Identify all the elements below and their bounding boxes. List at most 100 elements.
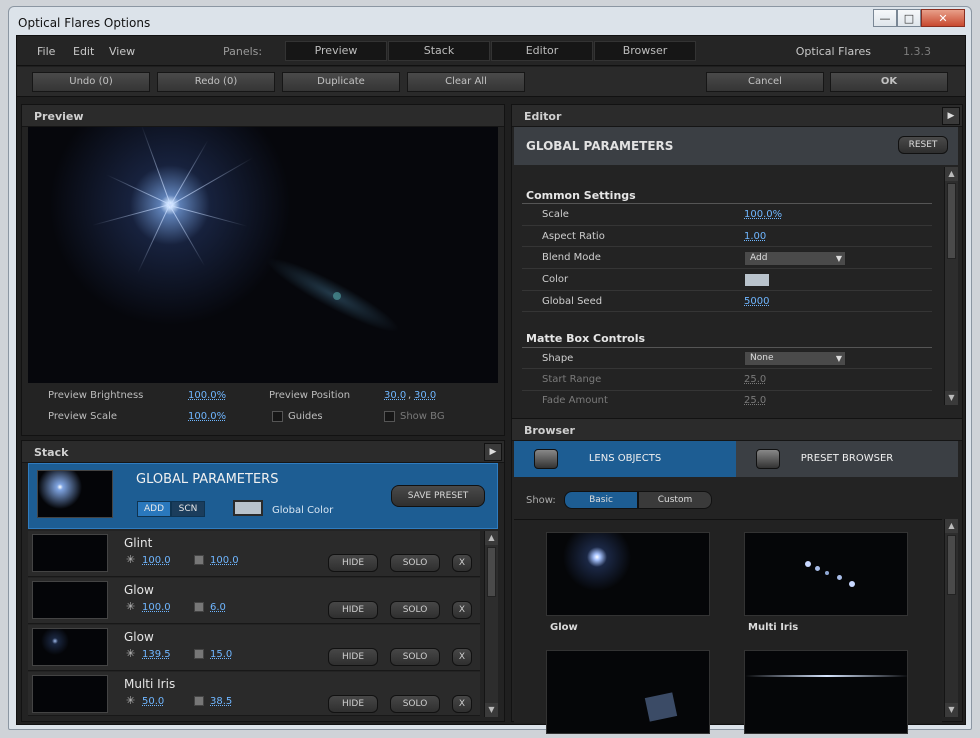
stack-header: Stack ▶	[22, 441, 504, 463]
delete-layer-button[interactable]: X	[452, 554, 472, 572]
show-bg-checkbox[interactable]	[384, 411, 395, 422]
global-parameters-row[interactable]: GLOBAL PARAMETERS ADD SCN Global Color S…	[28, 463, 498, 529]
divider	[522, 246, 932, 247]
global-seed-value[interactable]: 5000	[744, 296, 769, 307]
layer-brightness-value[interactable]: 100.0	[142, 555, 171, 566]
scroll-up-icon[interactable]: ▲	[945, 167, 958, 181]
solo-button[interactable]: SOLO	[390, 648, 440, 666]
browser-tile[interactable]	[744, 650, 908, 734]
preview-position-label: Preview Position	[269, 390, 351, 401]
close-button[interactable]: ✕	[921, 9, 965, 27]
version-label: 1.3.3	[903, 45, 931, 58]
preview-brightness-label: Preview Brightness	[48, 390, 144, 401]
divider	[522, 390, 932, 391]
scroll-down-icon[interactable]: ▼	[945, 391, 958, 405]
tab-preset-browser[interactable]: PRESET BROWSER	[736, 441, 958, 477]
color-swatch[interactable]	[744, 273, 770, 287]
duplicate-button[interactable]: Duplicate	[282, 72, 400, 92]
browser-tile[interactable]	[744, 532, 908, 616]
brightness-icon: ✳	[126, 647, 136, 660]
layer-scale-value[interactable]: 100.0	[210, 555, 239, 566]
layer-brightness-value[interactable]: 50.0	[142, 696, 164, 707]
shape-dropdown[interactable]: None ▼	[744, 351, 846, 366]
menu-file[interactable]: File	[37, 45, 55, 58]
scroll-up-icon[interactable]: ▲	[485, 531, 498, 545]
global-thumbnail	[37, 470, 113, 518]
scroll-thumb[interactable]	[947, 183, 956, 259]
layer-scale-value[interactable]: 6.0	[210, 602, 226, 613]
preview-scale-value[interactable]: 100.0%	[188, 411, 226, 422]
solo-button[interactable]: SOLO	[390, 695, 440, 713]
browser-tile[interactable]	[546, 532, 710, 616]
save-preset-button[interactable]: SAVE PRESET	[391, 485, 485, 507]
delete-layer-button[interactable]: X	[452, 695, 472, 713]
stack-layer-row[interactable]: Multi Iris ✳ 50.0 38.5 HIDE SOLO X	[28, 672, 480, 716]
solo-button[interactable]: SOLO	[390, 601, 440, 619]
redo-button[interactable]: Redo (0)	[157, 72, 275, 92]
layer-brightness-value[interactable]: 100.0	[142, 602, 171, 613]
flare-ray	[137, 204, 170, 273]
custom-filter-button[interactable]: Custom	[638, 491, 712, 509]
folder-icon	[756, 449, 780, 469]
hide-button[interactable]: HIDE	[328, 695, 378, 713]
cancel-button[interactable]: Cancel	[706, 72, 824, 92]
scroll-thumb[interactable]	[947, 535, 956, 595]
basic-filter-button[interactable]: Basic	[564, 491, 638, 509]
aspect-ratio-value[interactable]: 1.00	[744, 231, 766, 242]
preview-brightness-value[interactable]: 100.0%	[188, 390, 226, 401]
shape-mark	[644, 692, 678, 722]
ok-button[interactable]: OK	[830, 72, 948, 92]
chevron-down-icon: ▼	[835, 254, 842, 263]
layer-scale-value[interactable]: 15.0	[210, 649, 232, 660]
delete-layer-button[interactable]: X	[452, 601, 472, 619]
scale-value[interactable]: 100.0%	[744, 209, 782, 220]
editor-expand-button[interactable]: ▶	[942, 107, 960, 125]
editor-scrollbar[interactable]: ▲ ▼	[944, 167, 958, 405]
tab-preview[interactable]: Preview	[285, 41, 387, 61]
preview-position-x[interactable]: 30.0	[384, 390, 406, 401]
flare-iris	[333, 292, 341, 300]
stack-layer-row[interactable]: Glow ✳ 100.0 6.0 HIDE SOLO X	[28, 578, 480, 624]
stack-expand-button[interactable]: ▶	[484, 443, 502, 461]
layer-brightness-value[interactable]: 139.5	[142, 649, 171, 660]
hide-button[interactable]: HIDE	[328, 554, 378, 572]
layer-name: Glint	[124, 536, 153, 550]
browser-scrollbar[interactable]: ▲ ▼	[944, 519, 958, 717]
browser-tile[interactable]	[546, 650, 710, 734]
iris-dot	[849, 581, 855, 587]
tab-editor[interactable]: Editor	[491, 41, 593, 61]
menu-edit[interactable]: Edit	[73, 45, 94, 58]
hide-button[interactable]: HIDE	[328, 648, 378, 666]
tab-lens-objects[interactable]: LENS OBJECTS	[514, 441, 736, 477]
maximize-button[interactable]: □	[897, 9, 921, 27]
stack-layer-row[interactable]: Glint ✳ 100.0 100.0 HIDE SOLO X	[28, 531, 480, 577]
hide-button[interactable]: HIDE	[328, 601, 378, 619]
stack-layer-row[interactable]: Glow ✳ 139.5 15.0 HIDE SOLO X	[28, 625, 480, 671]
clear-all-button[interactable]: Clear All	[407, 72, 525, 92]
layer-scale-value[interactable]: 38.5	[210, 696, 232, 707]
delete-layer-button[interactable]: X	[452, 648, 472, 666]
stack-scrollbar[interactable]: ▲ ▼	[484, 531, 498, 717]
browser-tile-label: Glow	[550, 622, 578, 633]
preview-viewport[interactable]	[28, 127, 498, 383]
add-toggle[interactable]: ADD	[137, 501, 171, 517]
iris-dot	[837, 575, 842, 580]
scroll-thumb[interactable]	[487, 547, 496, 597]
tab-browser[interactable]: Browser	[594, 41, 696, 61]
scroll-down-icon[interactable]: ▼	[485, 703, 498, 717]
global-color-label: Global Color	[272, 505, 334, 516]
scroll-up-icon[interactable]: ▲	[945, 519, 958, 533]
scroll-down-icon[interactable]: ▼	[945, 703, 958, 717]
blend-mode-dropdown[interactable]: Add ▼	[744, 251, 846, 266]
menu-view[interactable]: View	[109, 45, 135, 58]
scn-toggle[interactable]: SCN	[171, 501, 205, 517]
reset-button[interactable]: RESET	[898, 136, 948, 154]
undo-button[interactable]: Undo (0)	[32, 72, 150, 92]
layer-name: Glow	[124, 583, 154, 597]
preview-position-y[interactable]: 30.0	[414, 390, 436, 401]
global-color-swatch[interactable]	[233, 500, 263, 516]
solo-button[interactable]: SOLO	[390, 554, 440, 572]
guides-checkbox[interactable]	[272, 411, 283, 422]
minimize-button[interactable]: —	[873, 9, 897, 27]
tab-stack[interactable]: Stack	[388, 41, 490, 61]
